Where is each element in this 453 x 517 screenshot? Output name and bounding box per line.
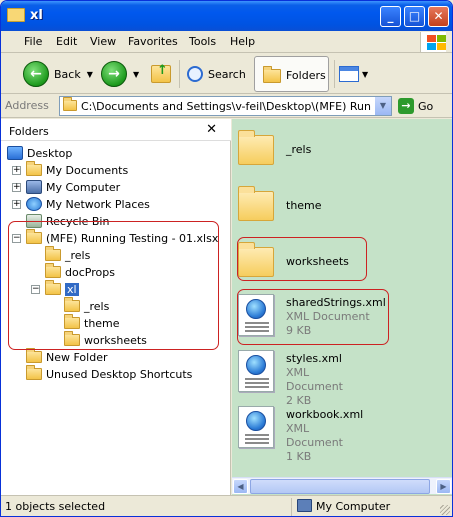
back-label: Back — [54, 67, 81, 81]
scroll-right-icon[interactable]: ▶ — [436, 479, 451, 494]
explorer-window: xl _ □ ✕ File Edit View Favorites Tools … — [0, 0, 453, 517]
address-dropdown-icon[interactable]: ▼ — [374, 97, 391, 115]
folder-item-rels[interactable]: _rels — [238, 130, 311, 165]
address-input[interactable]: C:\Documents and Settings\v-feil\Desktop… — [59, 96, 392, 116]
xml-document-icon — [238, 406, 274, 448]
menu-help[interactable]: Help — [230, 35, 255, 48]
computer-icon — [297, 499, 312, 512]
folder-icon — [26, 365, 42, 380]
status-bar: 1 objects selected My Computer — [1, 495, 452, 516]
menu-file[interactable]: File — [24, 35, 42, 48]
computer-icon — [26, 180, 42, 194]
tree-item-new-folder[interactable]: New Folder — [26, 348, 107, 365]
close-button[interactable]: ✕ — [428, 6, 449, 27]
up-folder-button[interactable]: ↑ — [151, 56, 175, 92]
tree-item-my-network-places[interactable]: My Network Places — [26, 196, 150, 212]
toolbar: ← Back ▼ → ▼ ↑ Search Folders ▼ — [1, 54, 452, 94]
folders-pane-title: Folders — [9, 125, 49, 138]
folder-icon — [238, 130, 274, 165]
menu-tools[interactable]: Tools — [189, 35, 216, 48]
menu-edit[interactable]: Edit — [56, 35, 77, 48]
folders-pane: Folders ✕ Desktop + My Documents + My Co… — [1, 119, 231, 495]
search-label: Search — [208, 67, 246, 81]
folder-icon — [238, 186, 274, 221]
folders-button[interactable]: Folders — [254, 56, 329, 92]
forward-dropdown-icon[interactable]: ▼ — [133, 70, 139, 79]
content-pane: _rels theme worksheets sharedStrings.xml… — [232, 119, 452, 495]
menu-bar: File Edit View Favorites Tools Help — [1, 31, 452, 53]
menu-favorites[interactable]: Favorites — [128, 35, 178, 48]
address-folder-icon — [63, 97, 77, 111]
folder-icon — [7, 8, 25, 22]
scroll-left-icon[interactable]: ◀ — [233, 479, 248, 494]
back-arrow-icon: ← — [23, 61, 49, 87]
annotation-outline — [237, 237, 367, 281]
file-item-styles[interactable]: styles.xml XML Document 2 KB — [238, 350, 343, 407]
xml-document-icon — [238, 350, 274, 392]
go-arrow-icon: → — [398, 98, 414, 114]
address-bar: Address C:\Documents and Settings\v-feil… — [1, 94, 452, 118]
expand-icon[interactable]: + — [12, 200, 21, 209]
views-icon — [339, 66, 359, 82]
scroll-thumb[interactable] — [250, 479, 430, 494]
address-text: C:\Documents and Settings\v-feil\Desktop… — [81, 100, 371, 113]
menu-view[interactable]: View — [90, 35, 116, 48]
go-label: Go — [418, 99, 434, 113]
folders-pane-close-icon[interactable]: ✕ — [206, 122, 217, 137]
forward-arrow-icon: → — [101, 61, 127, 87]
my-documents-icon — [26, 161, 42, 176]
status-zone: My Computer — [316, 500, 391, 513]
expand-icon[interactable]: + — [12, 183, 21, 192]
annotation-outline — [237, 289, 389, 345]
folder-item-theme[interactable]: theme — [238, 186, 322, 221]
maximize-button[interactable]: □ — [404, 6, 425, 27]
go-button[interactable]: → Go — [398, 98, 433, 114]
windows-logo-icon — [420, 32, 446, 52]
folders-pane-header: Folders ✕ — [1, 119, 231, 141]
views-button[interactable]: ▼ — [339, 56, 368, 92]
search-icon — [187, 66, 203, 82]
horizontal-scrollbar[interactable]: ◀ ▶ — [232, 477, 452, 494]
tree-item-my-computer[interactable]: My Computer — [26, 179, 120, 195]
back-button[interactable]: ← Back ▼ — [23, 56, 93, 92]
back-dropdown-icon[interactable]: ▼ — [87, 70, 93, 79]
up-folder-icon: ↑ — [151, 63, 171, 83]
forward-button[interactable]: → ▼ — [101, 56, 139, 92]
tree-item-my-documents[interactable]: My Documents — [26, 161, 128, 178]
file-item-workbook[interactable]: workbook.xml XML Document 1 KB — [238, 406, 363, 463]
status-selection: 1 objects selected — [5, 500, 106, 513]
desktop-icon — [7, 146, 23, 160]
address-label: Address — [5, 99, 49, 112]
resize-grip-icon[interactable] — [440, 505, 450, 515]
window-title: xl — [30, 8, 43, 23]
network-icon — [26, 197, 42, 211]
annotation-outline — [8, 221, 219, 350]
search-button[interactable]: Search — [187, 56, 246, 92]
folders-label: Folders — [286, 69, 326, 82]
folders-icon — [263, 66, 281, 83]
expand-icon[interactable]: + — [12, 166, 21, 175]
folder-icon — [26, 348, 42, 363]
title-bar[interactable]: xl _ □ ✕ — [1, 1, 452, 31]
tree-item-unused-desktop-shortcuts[interactable]: Unused Desktop Shortcuts — [26, 365, 192, 382]
tree-item-desktop[interactable]: Desktop — [7, 145, 72, 161]
views-dropdown-icon[interactable]: ▼ — [362, 70, 368, 79]
minimize-button[interactable]: _ — [380, 6, 401, 27]
